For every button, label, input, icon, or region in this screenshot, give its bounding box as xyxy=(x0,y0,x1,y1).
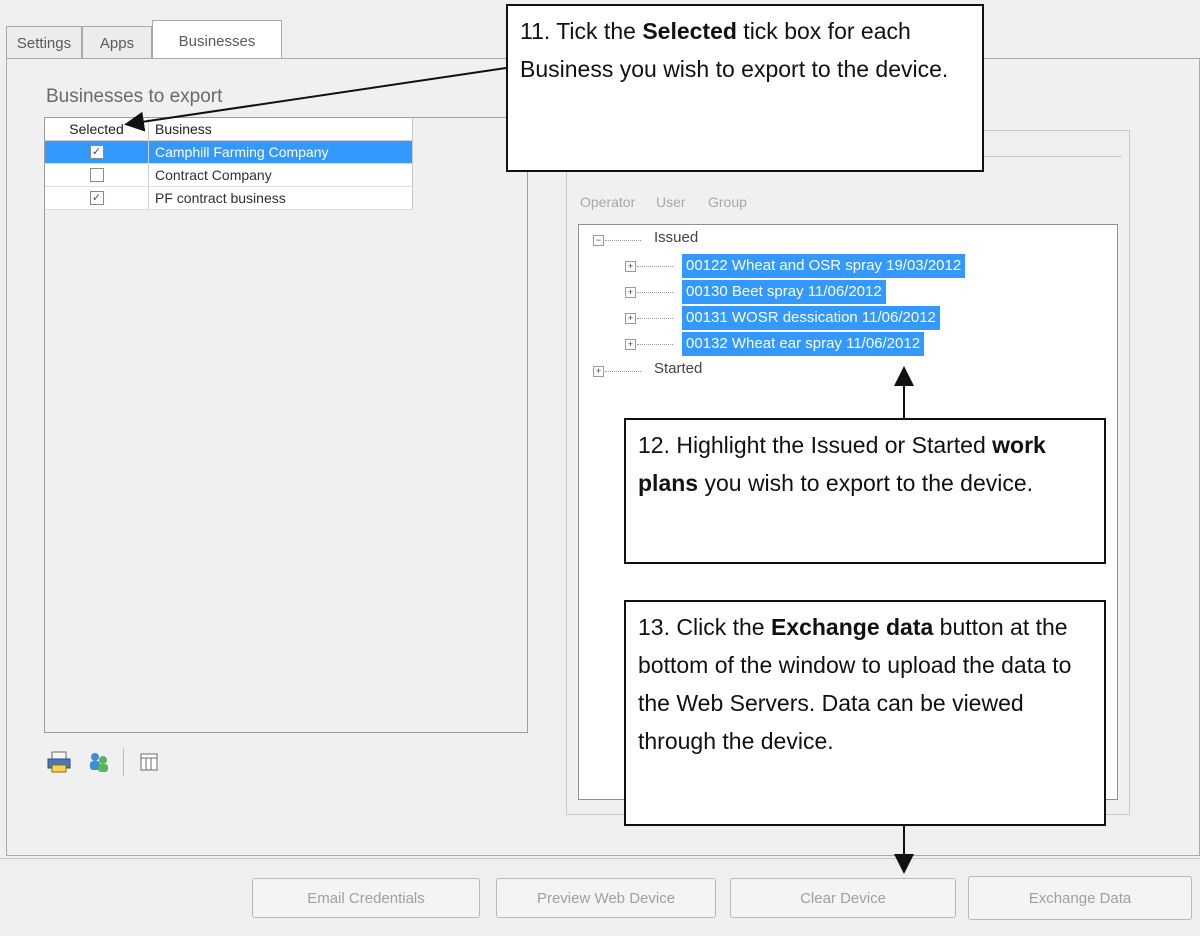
arrow-to-selected-column xyxy=(124,67,507,132)
callout-arrows xyxy=(124,67,914,874)
export-window: Settings Apps Businesses Businesses to e… xyxy=(0,0,1200,936)
